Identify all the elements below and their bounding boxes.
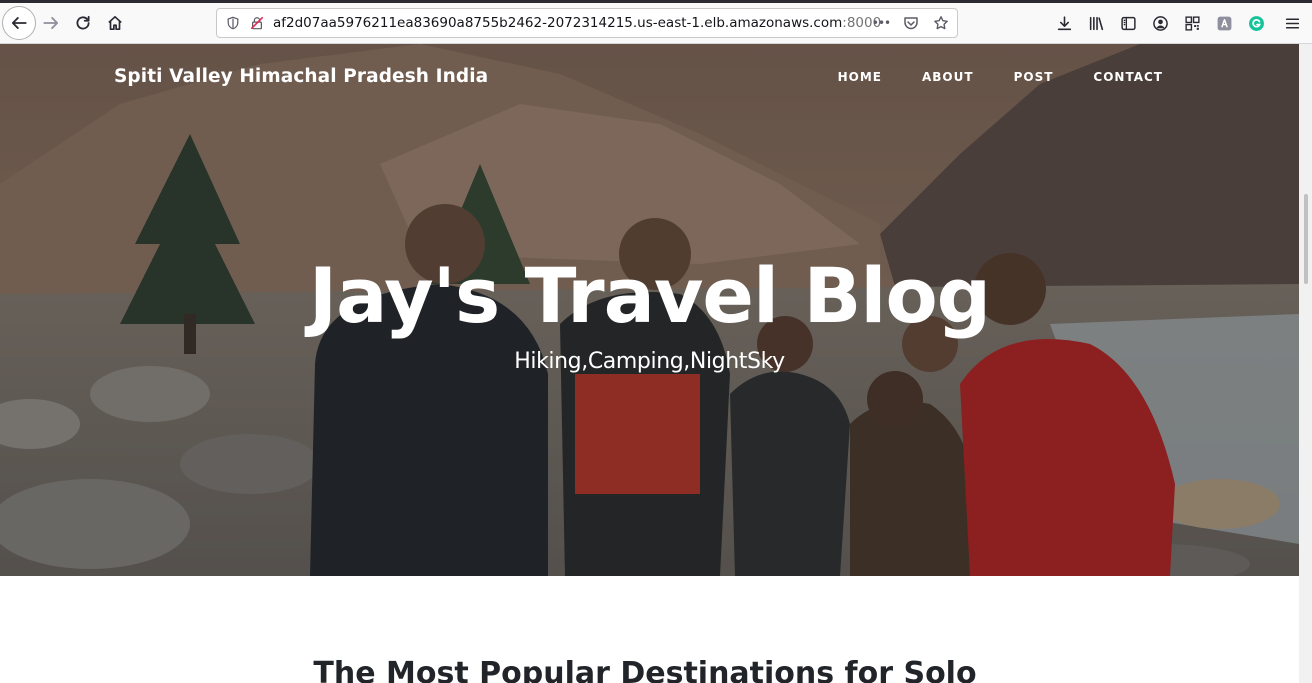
post-preview-title[interactable]: The Most Popular Destinations for Solo xyxy=(0,656,1290,683)
site-brand-link[interactable]: Spiti Valley Himachal Pradesh India xyxy=(114,66,488,87)
tracking-protection-button[interactable] xyxy=(221,9,245,37)
library-icon xyxy=(1089,16,1103,30)
menu-button[interactable] xyxy=(1272,8,1312,38)
back-icon xyxy=(11,17,27,29)
back-button[interactable] xyxy=(2,6,36,40)
qr-icon xyxy=(1184,15,1200,31)
bookmark-star-icon xyxy=(934,16,948,30)
library-button[interactable] xyxy=(1080,8,1112,38)
nav-contact-link[interactable]: CONTACT xyxy=(1073,70,1183,84)
scrollbar-thumb[interactable] xyxy=(1304,194,1308,284)
nav-post-link[interactable]: POST xyxy=(994,70,1074,84)
home-button[interactable] xyxy=(100,8,130,38)
pocket-button[interactable] xyxy=(901,13,921,33)
pocket-icon xyxy=(904,17,918,30)
extension-button[interactable] xyxy=(1208,8,1240,38)
download-icon xyxy=(1057,15,1071,30)
bookmark-button[interactable] xyxy=(931,13,951,33)
reload-icon xyxy=(76,15,90,30)
nav-about-link[interactable]: ABOUT xyxy=(902,70,994,84)
grammarly-icon xyxy=(1248,15,1264,31)
forward-icon xyxy=(43,17,59,29)
downloads-button[interactable] xyxy=(1048,8,1080,38)
reload-button[interactable] xyxy=(68,8,98,38)
hero-title: Jay's Travel Blog xyxy=(308,251,991,340)
grammarly-button[interactable] xyxy=(1240,8,1272,38)
home-icon xyxy=(108,15,122,31)
account-icon xyxy=(1152,15,1168,31)
tab-strip-edge xyxy=(0,0,1312,3)
qr-extension-button[interactable] xyxy=(1176,8,1208,38)
page-scrollbar[interactable] xyxy=(1299,44,1312,683)
insecure-lock-icon xyxy=(250,16,264,30)
main-nav: HOME ABOUT POST CONTACT xyxy=(818,70,1183,84)
account-button[interactable] xyxy=(1144,8,1176,38)
site-info-button[interactable] xyxy=(245,9,269,37)
hero-subtitle: Hiking,Camping,NightSky xyxy=(514,349,785,374)
hero-header: Spiti Valley Himachal Pradesh India HOME… xyxy=(0,44,1299,576)
browser-toolbar: af2d07aa5976211ea83690a8755b2462-2072314… xyxy=(0,0,1312,44)
address-bar[interactable]: af2d07aa5976211ea83690a8755b2462-2072314… xyxy=(216,8,958,38)
forward-button[interactable] xyxy=(36,8,66,38)
extension-icon xyxy=(1217,16,1231,30)
shield-icon xyxy=(227,16,239,30)
sidebar-icon xyxy=(1120,16,1136,30)
page-actions-button[interactable]: ••• xyxy=(871,13,891,33)
web-page: Spiti Valley Himachal Pradesh India HOME… xyxy=(0,44,1299,683)
url-host: af2d07aa5976211ea83690a8755b2462-2072314… xyxy=(273,15,843,31)
nav-home-link[interactable]: HOME xyxy=(818,70,902,84)
url-text[interactable]: af2d07aa5976211ea83690a8755b2462-2072314… xyxy=(273,15,881,31)
sidebar-button[interactable] xyxy=(1112,8,1144,38)
menu-icon xyxy=(1285,17,1299,29)
